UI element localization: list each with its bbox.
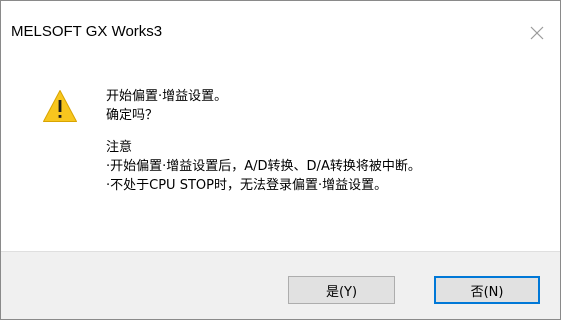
- message-line-2: 确定吗？: [106, 108, 159, 123]
- no-button[interactable]: 否(N): [434, 276, 540, 304]
- message-line-1: 开始偏置·增益设置。: [106, 89, 228, 104]
- button-bar: 是(Y) 否(N): [1, 251, 560, 319]
- note-heading: 注意: [106, 140, 133, 155]
- close-button[interactable]: [514, 1, 560, 65]
- yes-button[interactable]: 是(Y): [288, 276, 395, 304]
- title-bar: MELSOFT GX Works3: [1, 1, 560, 65]
- note-line-1: ·开始偏置·增益设置后，A/D转换、D/A转换将被中断。: [106, 159, 421, 174]
- warning-triangle-icon: [43, 90, 77, 122]
- note-line-2: ·不处于CPU STOP时，无法登录偏置·增益设置。: [106, 178, 388, 193]
- confirm-dialog: MELSOFT GX Works3 开始偏置·增益设置。 确定吗？ 注意 ·开始…: [0, 0, 561, 320]
- close-icon: [530, 26, 544, 40]
- window-title: MELSOFT GX Works3: [11, 23, 163, 40]
- message-text: 开始偏置·增益设置。 确定吗？ 注意 ·开始偏置·增益设置后，A/D转换、D/A…: [106, 87, 546, 195]
- dialog-content: 开始偏置·增益设置。 确定吗？ 注意 ·开始偏置·增益设置后，A/D转换、D/A…: [1, 65, 560, 248]
